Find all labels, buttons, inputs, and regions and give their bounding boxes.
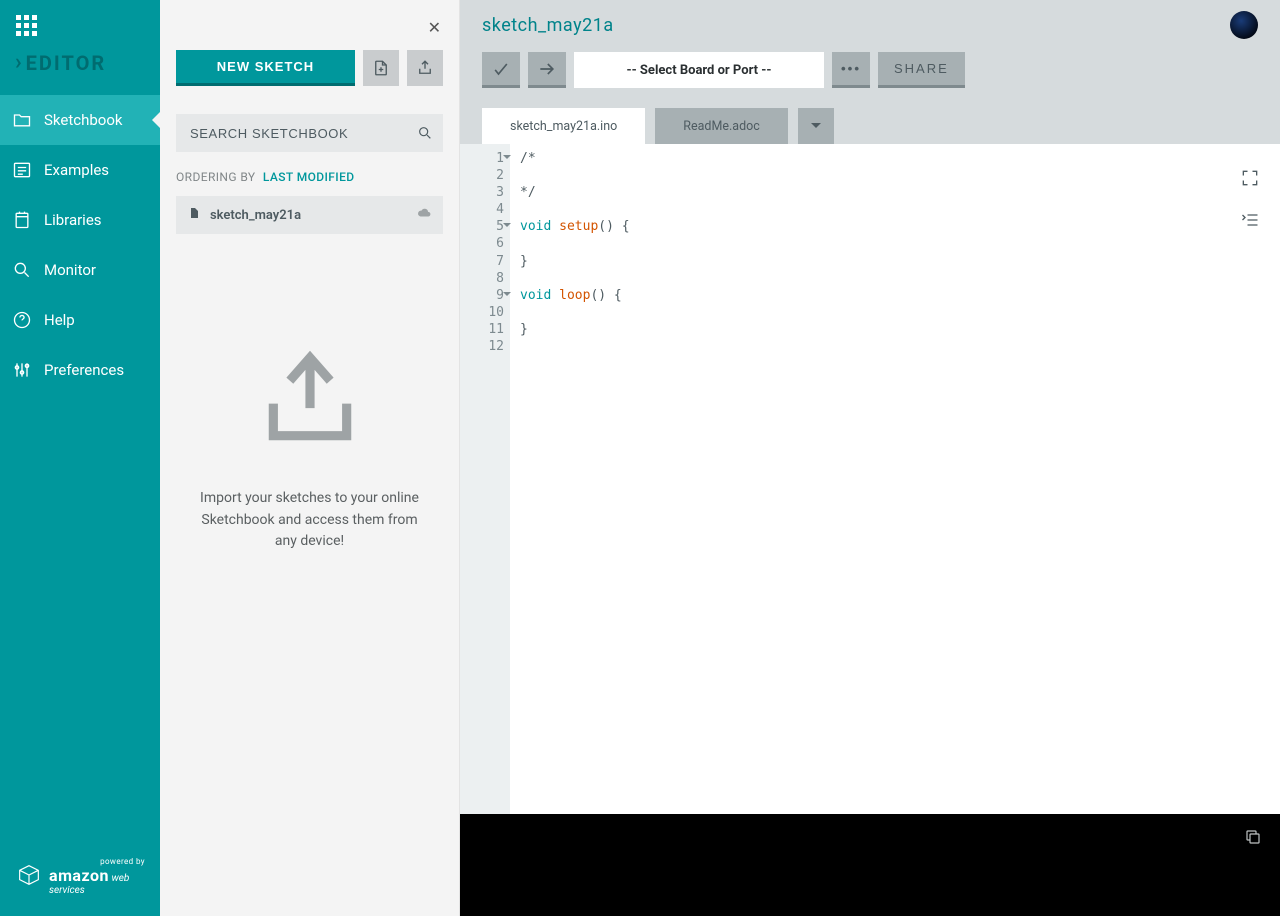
nav-label: Monitor (44, 261, 96, 279)
nav-libraries[interactable]: Libraries (0, 195, 160, 245)
editor-brand: › EDITOR (0, 50, 160, 95)
search-input[interactable] (176, 114, 443, 152)
import-file-button[interactable] (363, 50, 399, 86)
cloud-icon (417, 206, 431, 224)
page-title: sketch_may21a (482, 15, 614, 36)
sketch-item-label: sketch_may21a (210, 208, 301, 223)
avatar[interactable] (1230, 11, 1258, 39)
aws-cube-icon (15, 861, 43, 892)
ordering-label: ORDERING BY (176, 170, 255, 184)
chevron-right-icon: › (15, 50, 22, 75)
sketchbook-panel: ✕ NEW SKETCH ORDERING BY LAST MODIFIED s… (160, 0, 460, 916)
nav-label: Libraries (44, 211, 102, 229)
upload-button[interactable] (528, 52, 566, 88)
list-icon (12, 160, 32, 180)
console (460, 814, 1280, 916)
tab-readme[interactable]: ReadMe.adoc (655, 108, 788, 144)
outline-icon[interactable] (1240, 210, 1260, 234)
nav-examples[interactable]: Examples (0, 145, 160, 195)
nav-label: Examples (44, 161, 109, 179)
monitor-icon (12, 260, 32, 280)
import-block: Import your sketches to your online Sket… (160, 344, 459, 553)
export-button[interactable] (407, 50, 443, 86)
upload-icon (255, 344, 365, 454)
nav-label: Help (44, 311, 75, 329)
main-area: sketch_may21a -- Select Board or Port --… (460, 0, 1280, 916)
sketch-list-item[interactable]: sketch_may21a (176, 196, 443, 234)
more-button[interactable]: ••• (832, 52, 870, 88)
verify-button[interactable] (482, 52, 520, 88)
code-editor[interactable]: 123456789101112 /* */ void setup() { } v… (460, 144, 1280, 814)
powered-by: powered by amazon web services (0, 845, 160, 916)
import-text: Import your sketches to your online Sket… (190, 488, 429, 553)
ordering-value[interactable]: LAST MODIFIED (263, 170, 355, 184)
nav-help[interactable]: Help (0, 295, 160, 345)
nav-label: Sketchbook (44, 111, 122, 129)
sliders-icon (12, 360, 32, 380)
powered-by-small: powered by (49, 857, 145, 866)
folder-icon (12, 110, 32, 130)
editor-title-label: EDITOR (26, 51, 107, 75)
code-content[interactable]: /* */ void setup() { } void loop() { } (510, 144, 1280, 814)
nav-monitor[interactable]: Monitor (0, 245, 160, 295)
apps-icon[interactable] (16, 15, 37, 36)
search-icon (417, 125, 433, 145)
nav-label: Preferences (44, 361, 124, 379)
fullscreen-icon[interactable] (1240, 168, 1260, 192)
tab-sketch[interactable]: sketch_may21a.ino (482, 108, 645, 144)
help-icon (12, 310, 32, 330)
file-icon (188, 206, 200, 224)
copy-icon[interactable] (1244, 828, 1262, 850)
ordering-row: ORDERING BY LAST MODIFIED (160, 152, 459, 196)
line-gutter: 123456789101112 (460, 144, 510, 814)
left-sidebar: › EDITOR Sketchbook Examples Libraries M… (0, 0, 160, 916)
tab-more-button[interactable] (798, 108, 834, 144)
share-button[interactable]: SHARE (878, 52, 965, 88)
library-icon (12, 210, 32, 230)
new-sketch-button[interactable]: NEW SKETCH (176, 50, 355, 86)
close-icon[interactable]: ✕ (428, 18, 441, 37)
powered-by-brand: amazon (49, 866, 109, 885)
nav-preferences[interactable]: Preferences (0, 345, 160, 395)
nav-sketchbook[interactable]: Sketchbook (0, 95, 160, 145)
board-select[interactable]: -- Select Board or Port -- (574, 52, 824, 88)
